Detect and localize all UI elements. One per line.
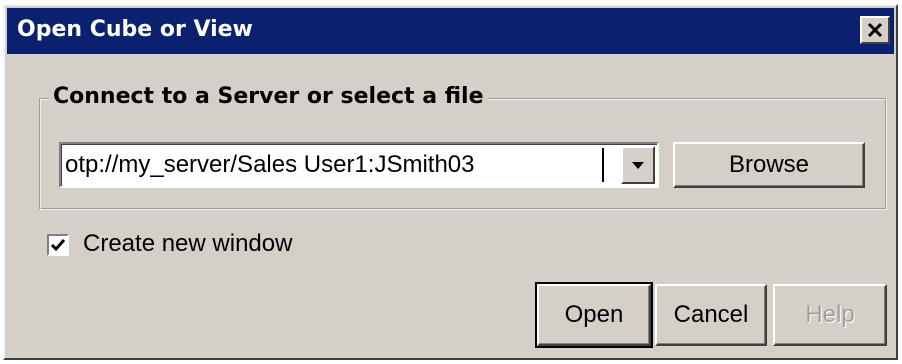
cancel-button[interactable]: Cancel — [655, 284, 767, 346]
dialog-title: Open Cube or View — [17, 17, 253, 42]
create-new-window-checkbox[interactable] — [47, 234, 69, 256]
connect-group-legend: Connect to a Server or select a file — [49, 84, 488, 109]
create-new-window-label[interactable]: Create new window — [83, 230, 292, 258]
help-button: Help — [773, 284, 887, 346]
browse-button[interactable]: Browse — [673, 142, 865, 188]
checkmark-icon — [50, 239, 66, 252]
open-cube-dialog: Open Cube or View Connect to a Server or… — [3, 4, 898, 360]
close-button[interactable] — [860, 16, 890, 44]
combo-dropdown-button[interactable] — [621, 146, 655, 184]
text-caret — [602, 148, 604, 182]
server-file-combobox[interactable] — [59, 142, 659, 188]
server-file-input[interactable] — [65, 148, 607, 182]
title-bar[interactable]: Open Cube or View — [7, 8, 894, 54]
close-icon — [867, 22, 883, 38]
open-button[interactable]: Open — [535, 282, 653, 348]
chevron-down-icon — [632, 162, 644, 169]
